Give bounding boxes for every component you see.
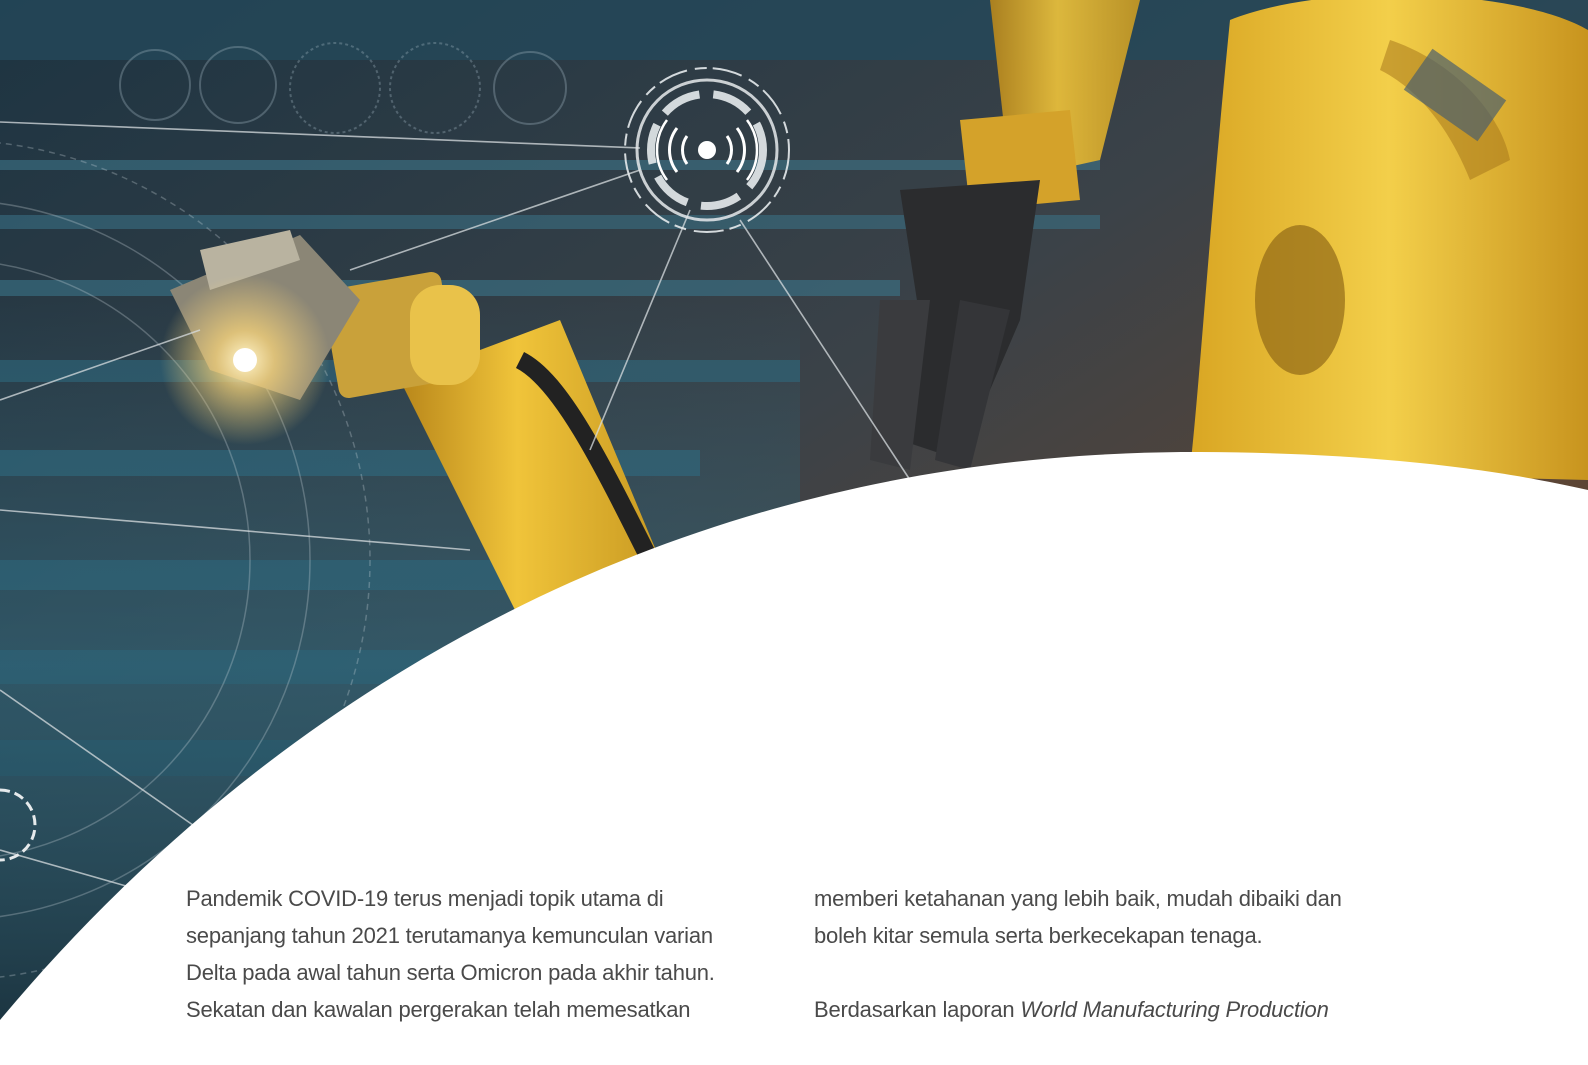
left-column: Pandemik COVID-19 terus menjadi topik ut… [186,880,766,1065]
text-line: boleh kitar semula serta berkecekapan te… [814,923,1263,948]
text-line: Delta pada awal tahun serta Omicron pada… [186,960,715,985]
report-prefix: Berdasarkan laporan [814,997,1021,1022]
paragraph-continuation: memberi ketahanan yang lebih baik, mudah… [814,880,1414,954]
hero-image [0,0,1588,1033]
text-line: sepanjang tahun 2021 terutamanya kemuncu… [186,923,713,948]
report-title: World Manufacturing Production [1020,997,1329,1022]
robot-arm-large [1190,0,1588,480]
paragraph-intro: Pandemik COVID-19 terus menjadi topik ut… [186,880,766,1028]
text-line: Pandemik COVID-19 terus menjadi topik ut… [186,886,664,911]
right-column: memberi ketahanan yang lebih baik, mudah… [814,880,1414,1065]
text-line: memberi ketahanan yang lebih baik, mudah… [814,886,1342,911]
text-line: Berdasarkan laporan World Manufacturing … [814,991,1414,1028]
hero-illustration [0,0,1588,1033]
text-line: Sekatan dan kawalan pergerakan telah mem… [186,997,691,1022]
paragraph-report: Berdasarkan laporan World Manufacturing … [814,991,1414,1028]
